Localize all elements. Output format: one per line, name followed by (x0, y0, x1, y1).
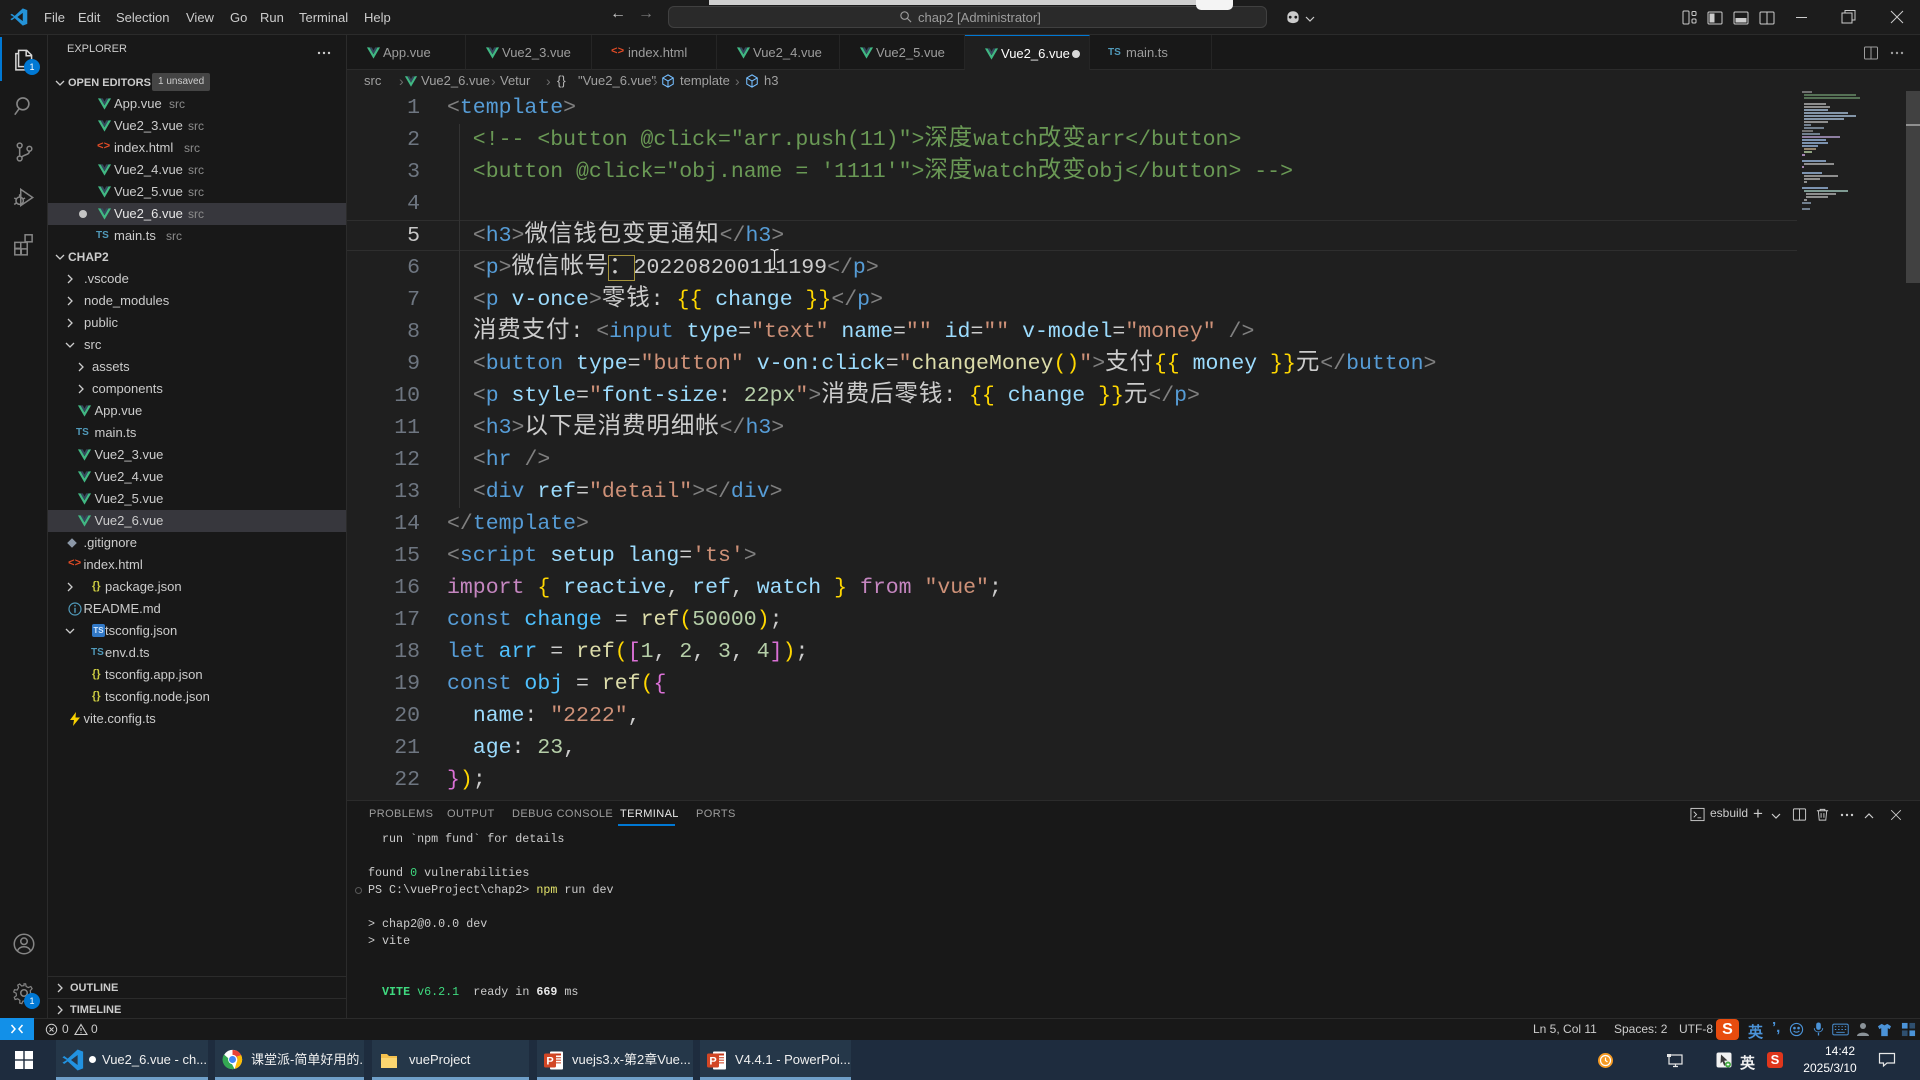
svg-text:P: P (709, 1056, 716, 1068)
svg-text:P: P (546, 1056, 553, 1068)
